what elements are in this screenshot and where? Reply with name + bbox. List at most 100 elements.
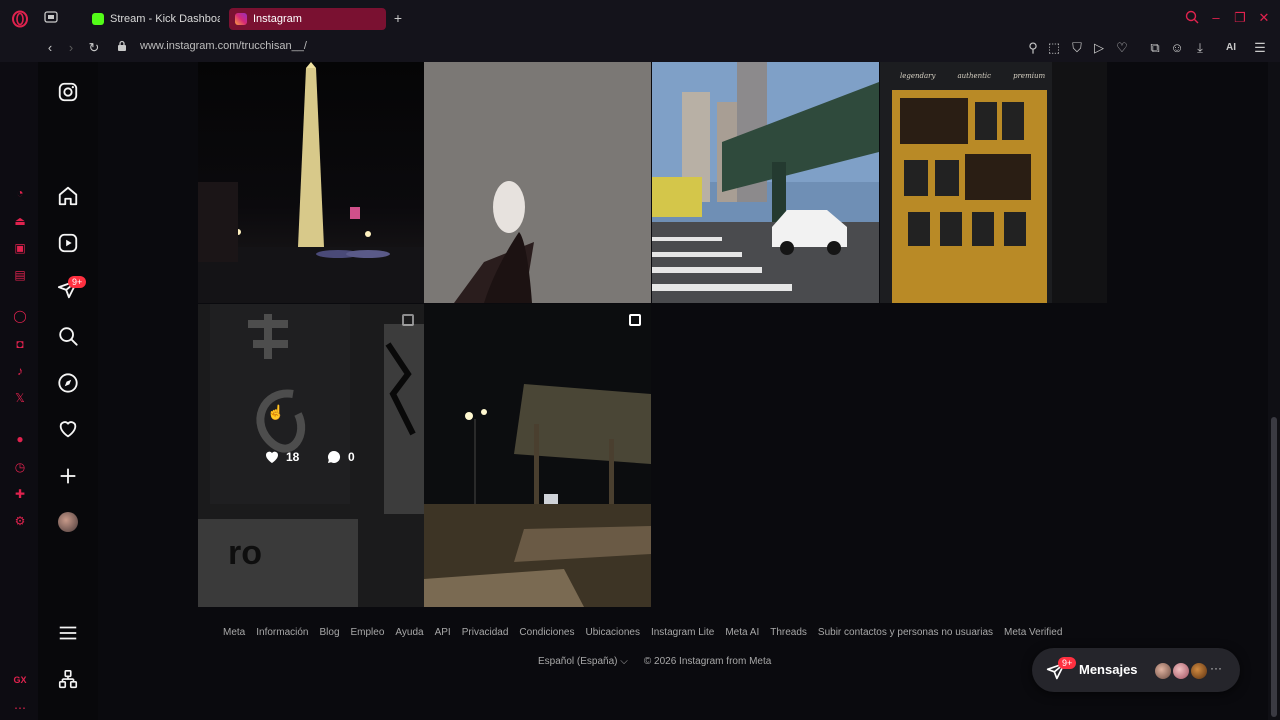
- twitch-icon[interactable]: ▣: [12, 240, 28, 256]
- instagram-glyph-icon[interactable]: [54, 78, 82, 106]
- street-image: [652, 62, 879, 303]
- forward-button[interactable]: ›: [62, 40, 80, 58]
- minimize-button[interactable]: –: [1207, 10, 1225, 28]
- ai-button[interactable]: AI: [1218, 40, 1244, 58]
- comment-icon: [327, 450, 341, 463]
- post-thumbnail[interactable]: [424, 62, 651, 303]
- profile-main: legendary authentic premium ro 18 0 ☝ Me…: [98, 62, 1268, 720]
- instagram-logo-icon: [235, 13, 247, 25]
- messages-pill[interactable]: 9+ Mensajes ···: [1032, 648, 1240, 692]
- page-scrollbar[interactable]: [1268, 62, 1280, 720]
- explore-icon[interactable]: [54, 369, 82, 397]
- poster-text: premium: [1013, 72, 1046, 80]
- extensions-icon[interactable]: ⧉: [1146, 40, 1164, 58]
- profile-icon[interactable]: ☺: [1168, 40, 1186, 58]
- chevron-down-icon: ⌵: [620, 656, 628, 667]
- comments-count: 0: [348, 450, 355, 464]
- also-from-meta-icon[interactable]: [54, 666, 82, 694]
- maximize-button[interactable]: ❐: [1231, 10, 1249, 28]
- url-field[interactable]: www.instagram.com/trucchisan__/: [140, 40, 307, 52]
- post-thumbnail[interactable]: legendary authentic premium: [880, 62, 1107, 303]
- footer-link[interactable]: Meta AI: [725, 627, 759, 638]
- more-menu-icon[interactable]: [54, 619, 82, 647]
- footer-link[interactable]: Meta Verified: [1004, 627, 1062, 638]
- footer-links: Meta Información Blog Empleo Ayuda API P…: [223, 627, 1073, 638]
- opera-logo-icon[interactable]: [11, 10, 29, 28]
- flow-send-icon[interactable]: ▷: [1090, 40, 1108, 58]
- pin-icon[interactable]: ⚲: [1024, 40, 1042, 58]
- spotify-icon[interactable]: ●: [12, 431, 28, 447]
- footer-link[interactable]: Subir contactos y personas no usuarias: [818, 627, 993, 638]
- footer-link[interactable]: Condiciones: [519, 627, 574, 638]
- post-thumbnail[interactable]: [198, 62, 424, 303]
- whatsapp-icon[interactable]: ◯: [12, 308, 28, 324]
- avatar: [1190, 662, 1208, 680]
- reload-button[interactable]: ↻: [85, 40, 103, 58]
- footer-link[interactable]: Ubicaciones: [585, 627, 639, 638]
- address-bar-row: ‹ › ↻ www.instagram.com/trucchisan__/ ⚲ …: [0, 36, 1280, 62]
- lock-icon: [113, 40, 131, 58]
- footer-link[interactable]: Ayuda: [395, 627, 423, 638]
- scrollbar-thumb[interactable]: [1271, 417, 1277, 717]
- foot-image: [424, 62, 651, 303]
- shield-icon[interactable]: ⛉: [1068, 40, 1086, 58]
- create-plus-icon[interactable]: [54, 462, 82, 490]
- download-icon[interactable]: ⤓: [1191, 40, 1209, 58]
- instagram-side-icon[interactable]: ◘: [12, 336, 28, 352]
- post-thumbnail-hovered[interactable]: ro 18 0 ☝: [198, 304, 424, 607]
- opera-sidebar: ◔ ⏏ ▣ ▤ ◯ ◘ ♪ 𝕏 ● ◷ ✚ ⚙ GX ⋯: [0, 62, 38, 720]
- opera-flow-icon[interactable]: ◔: [12, 185, 28, 201]
- post-thumbnail[interactable]: [652, 62, 879, 303]
- footer-link[interactable]: Información: [256, 627, 308, 638]
- home-icon[interactable]: [54, 182, 82, 210]
- more-side-icon[interactable]: ⋯: [12, 700, 28, 716]
- reels-icon[interactable]: [54, 229, 82, 257]
- poster-text: legendary: [900, 72, 936, 80]
- hand-cursor-icon: ☝: [267, 404, 285, 420]
- poster-text: authentic: [957, 72, 992, 80]
- menu-icon[interactable]: ☰: [1251, 40, 1269, 58]
- instagram-sidebar: 9+: [38, 62, 98, 720]
- obelisk-image: [198, 62, 424, 303]
- notifications-badge: 9+: [68, 276, 87, 288]
- footer-link[interactable]: API: [435, 627, 451, 638]
- language-select[interactable]: Español (España) ⌵: [538, 656, 628, 667]
- messages-badge: 9+: [1058, 657, 1077, 669]
- comments-stat: 0: [326, 449, 355, 465]
- footer-link[interactable]: Empleo: [351, 627, 385, 638]
- street-art-image: ro: [198, 304, 424, 607]
- search-icon[interactable]: [54, 322, 82, 350]
- history-icon[interactable]: ◷: [12, 459, 28, 475]
- ai-label: AI: [1226, 42, 1236, 53]
- profile-avatar[interactable]: [54, 508, 82, 536]
- avatar: [1172, 662, 1190, 680]
- footer-link[interactable]: Threads: [770, 627, 807, 638]
- back-button[interactable]: ‹: [41, 40, 59, 58]
- extensions-side-icon[interactable]: ✚: [12, 486, 28, 502]
- tab-kick[interactable]: Stream - Kick Dashboa: [86, 8, 220, 30]
- carousel-icon: [629, 314, 641, 326]
- new-tab-button[interactable]: +: [389, 10, 407, 28]
- park-night-image: [424, 304, 651, 607]
- tiktok-icon[interactable]: ♪: [12, 363, 28, 379]
- mixer-icon[interactable]: ⏏: [12, 213, 28, 229]
- close-window-button[interactable]: ✕: [1255, 10, 1273, 28]
- poster-wall-image: [880, 62, 1107, 303]
- gx-logo-icon[interactable]: GX: [12, 672, 28, 688]
- post-thumbnail[interactable]: [424, 304, 651, 607]
- footer-link[interactable]: Meta: [223, 627, 245, 638]
- kick-logo-icon: [92, 13, 104, 25]
- footer-link[interactable]: Blog: [319, 627, 339, 638]
- tab-instagram[interactable]: Instagram: [229, 8, 386, 30]
- tab-manager-icon[interactable]: [42, 10, 60, 28]
- heart-bookmark-icon[interactable]: ♡: [1113, 40, 1131, 58]
- footer-link[interactable]: Instagram Lite: [651, 627, 714, 638]
- snapshot-icon[interactable]: ⬚: [1045, 40, 1063, 58]
- news-icon[interactable]: ▤: [12, 267, 28, 283]
- x-icon[interactable]: 𝕏: [12, 390, 28, 406]
- likes-stat: 18: [264, 449, 299, 465]
- search-tabs-icon[interactable]: [1183, 10, 1201, 28]
- notifications-heart-icon[interactable]: [54, 415, 82, 443]
- settings-icon[interactable]: ⚙: [12, 513, 28, 529]
- footer-link[interactable]: Privacidad: [462, 627, 509, 638]
